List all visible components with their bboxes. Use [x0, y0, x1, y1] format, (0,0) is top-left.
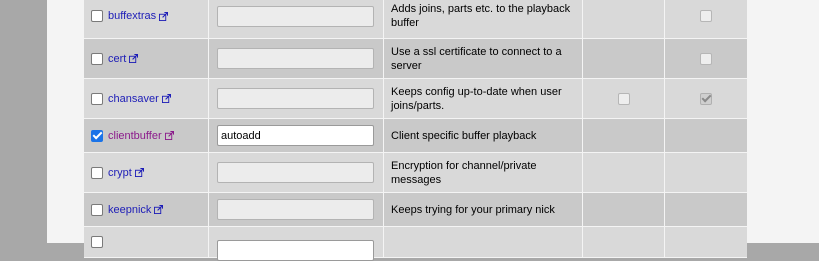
module-name-link[interactable]: cert: [108, 53, 126, 65]
module-args-cell: [209, 0, 384, 38]
module-row: buffextras Adds joins, parts etc. to the …: [84, 0, 747, 39]
user-module-checkbox: [617, 92, 630, 105]
module-row: chansaver Keeps config up-to-date when us…: [84, 79, 747, 119]
module-description: [384, 227, 583, 257]
module-enable-checkbox[interactable]: [91, 166, 103, 179]
external-link-icon[interactable]: [159, 11, 169, 21]
module-enable-checkbox[interactable]: [91, 92, 103, 105]
module-table: buffextras Adds joins, parts etc. to the …: [84, 0, 747, 261]
module-name-cell: clientbuffer: [84, 119, 209, 152]
module-user-cell: [583, 39, 665, 78]
module-enable-checkbox[interactable]: [91, 236, 103, 248]
module-row: crypt Encryption for channel/private mess…: [84, 153, 747, 193]
module-name-link[interactable]: clientbuffer: [108, 130, 162, 142]
module-row: cert Use a ssl certificate to connect to …: [84, 39, 747, 79]
module-args-input[interactable]: [217, 5, 374, 27]
module-name-cell: crypt: [84, 153, 209, 192]
module-global-cell: [665, 119, 747, 152]
module-args-cell: [209, 227, 384, 261]
module-global-cell: [665, 39, 747, 78]
module-user-cell: [583, 193, 665, 226]
external-link-icon[interactable]: [129, 53, 139, 63]
external-link-icon[interactable]: [161, 93, 171, 103]
module-user-cell: [583, 153, 665, 192]
module-description: Client specific buffer playback: [384, 119, 583, 152]
module-global-cell: [665, 227, 747, 257]
module-description: Adds joins, parts etc. to the playback b…: [384, 0, 583, 38]
module-enable-checkbox[interactable]: [91, 129, 103, 142]
module-global-cell: [665, 79, 747, 118]
module-name-link[interactable]: chansaver: [108, 93, 159, 105]
module-user-cell: [583, 227, 665, 257]
module-enable-checkbox[interactable]: [91, 52, 103, 65]
module-args-cell: [209, 193, 384, 226]
module-global-cell: [665, 153, 747, 192]
module-description: Keeps config up-to-date when user joins/…: [384, 79, 583, 118]
module-args-input[interactable]: [217, 125, 374, 146]
module-name-link[interactable]: buffextras: [108, 10, 156, 22]
module-name-link[interactable]: crypt: [108, 167, 132, 179]
module-description: Use a ssl certificate to connect to a se…: [384, 39, 583, 78]
module-global-cell: [665, 193, 747, 226]
module-args-cell: [209, 119, 384, 152]
module-global-cell: [665, 0, 747, 38]
module-row: keepnick Keeps trying for your primary ni…: [84, 193, 747, 227]
module-description: Encryption for channel/private messages: [384, 153, 583, 192]
module-name-cell: buffextras: [84, 0, 209, 38]
module-name-cell: cert: [84, 39, 209, 78]
module-args-cell: [209, 153, 384, 192]
module-enable-checkbox[interactable]: [91, 10, 103, 22]
external-link-icon[interactable]: [154, 204, 164, 214]
module-description: Keeps trying for your primary nick: [384, 193, 583, 226]
global-module-checkbox: [700, 52, 712, 65]
module-row: clientbuffer Client specific buffer playb…: [84, 119, 747, 153]
module-args-cell: [209, 39, 384, 78]
global-module-checkbox: [700, 10, 712, 22]
module-name-cell: keepnick: [84, 193, 209, 226]
module-user-cell: [583, 119, 665, 152]
external-link-icon[interactable]: [134, 167, 144, 177]
module-args-cell: [209, 79, 384, 118]
module-name-cell: chansaver: [84, 79, 209, 118]
module-args-input[interactable]: [217, 48, 374, 69]
module-user-cell: [583, 0, 665, 38]
external-link-icon[interactable]: [164, 130, 174, 140]
module-name-link[interactable]: keepnick: [108, 204, 151, 216]
module-user-cell: [583, 79, 665, 118]
module-args-input[interactable]: [217, 162, 374, 183]
module-args-input[interactable]: [217, 199, 374, 220]
global-module-checkbox: [700, 92, 712, 105]
module-name-cell: [84, 227, 209, 257]
module-args-input[interactable]: [217, 88, 374, 109]
module-enable-checkbox[interactable]: [91, 203, 103, 216]
